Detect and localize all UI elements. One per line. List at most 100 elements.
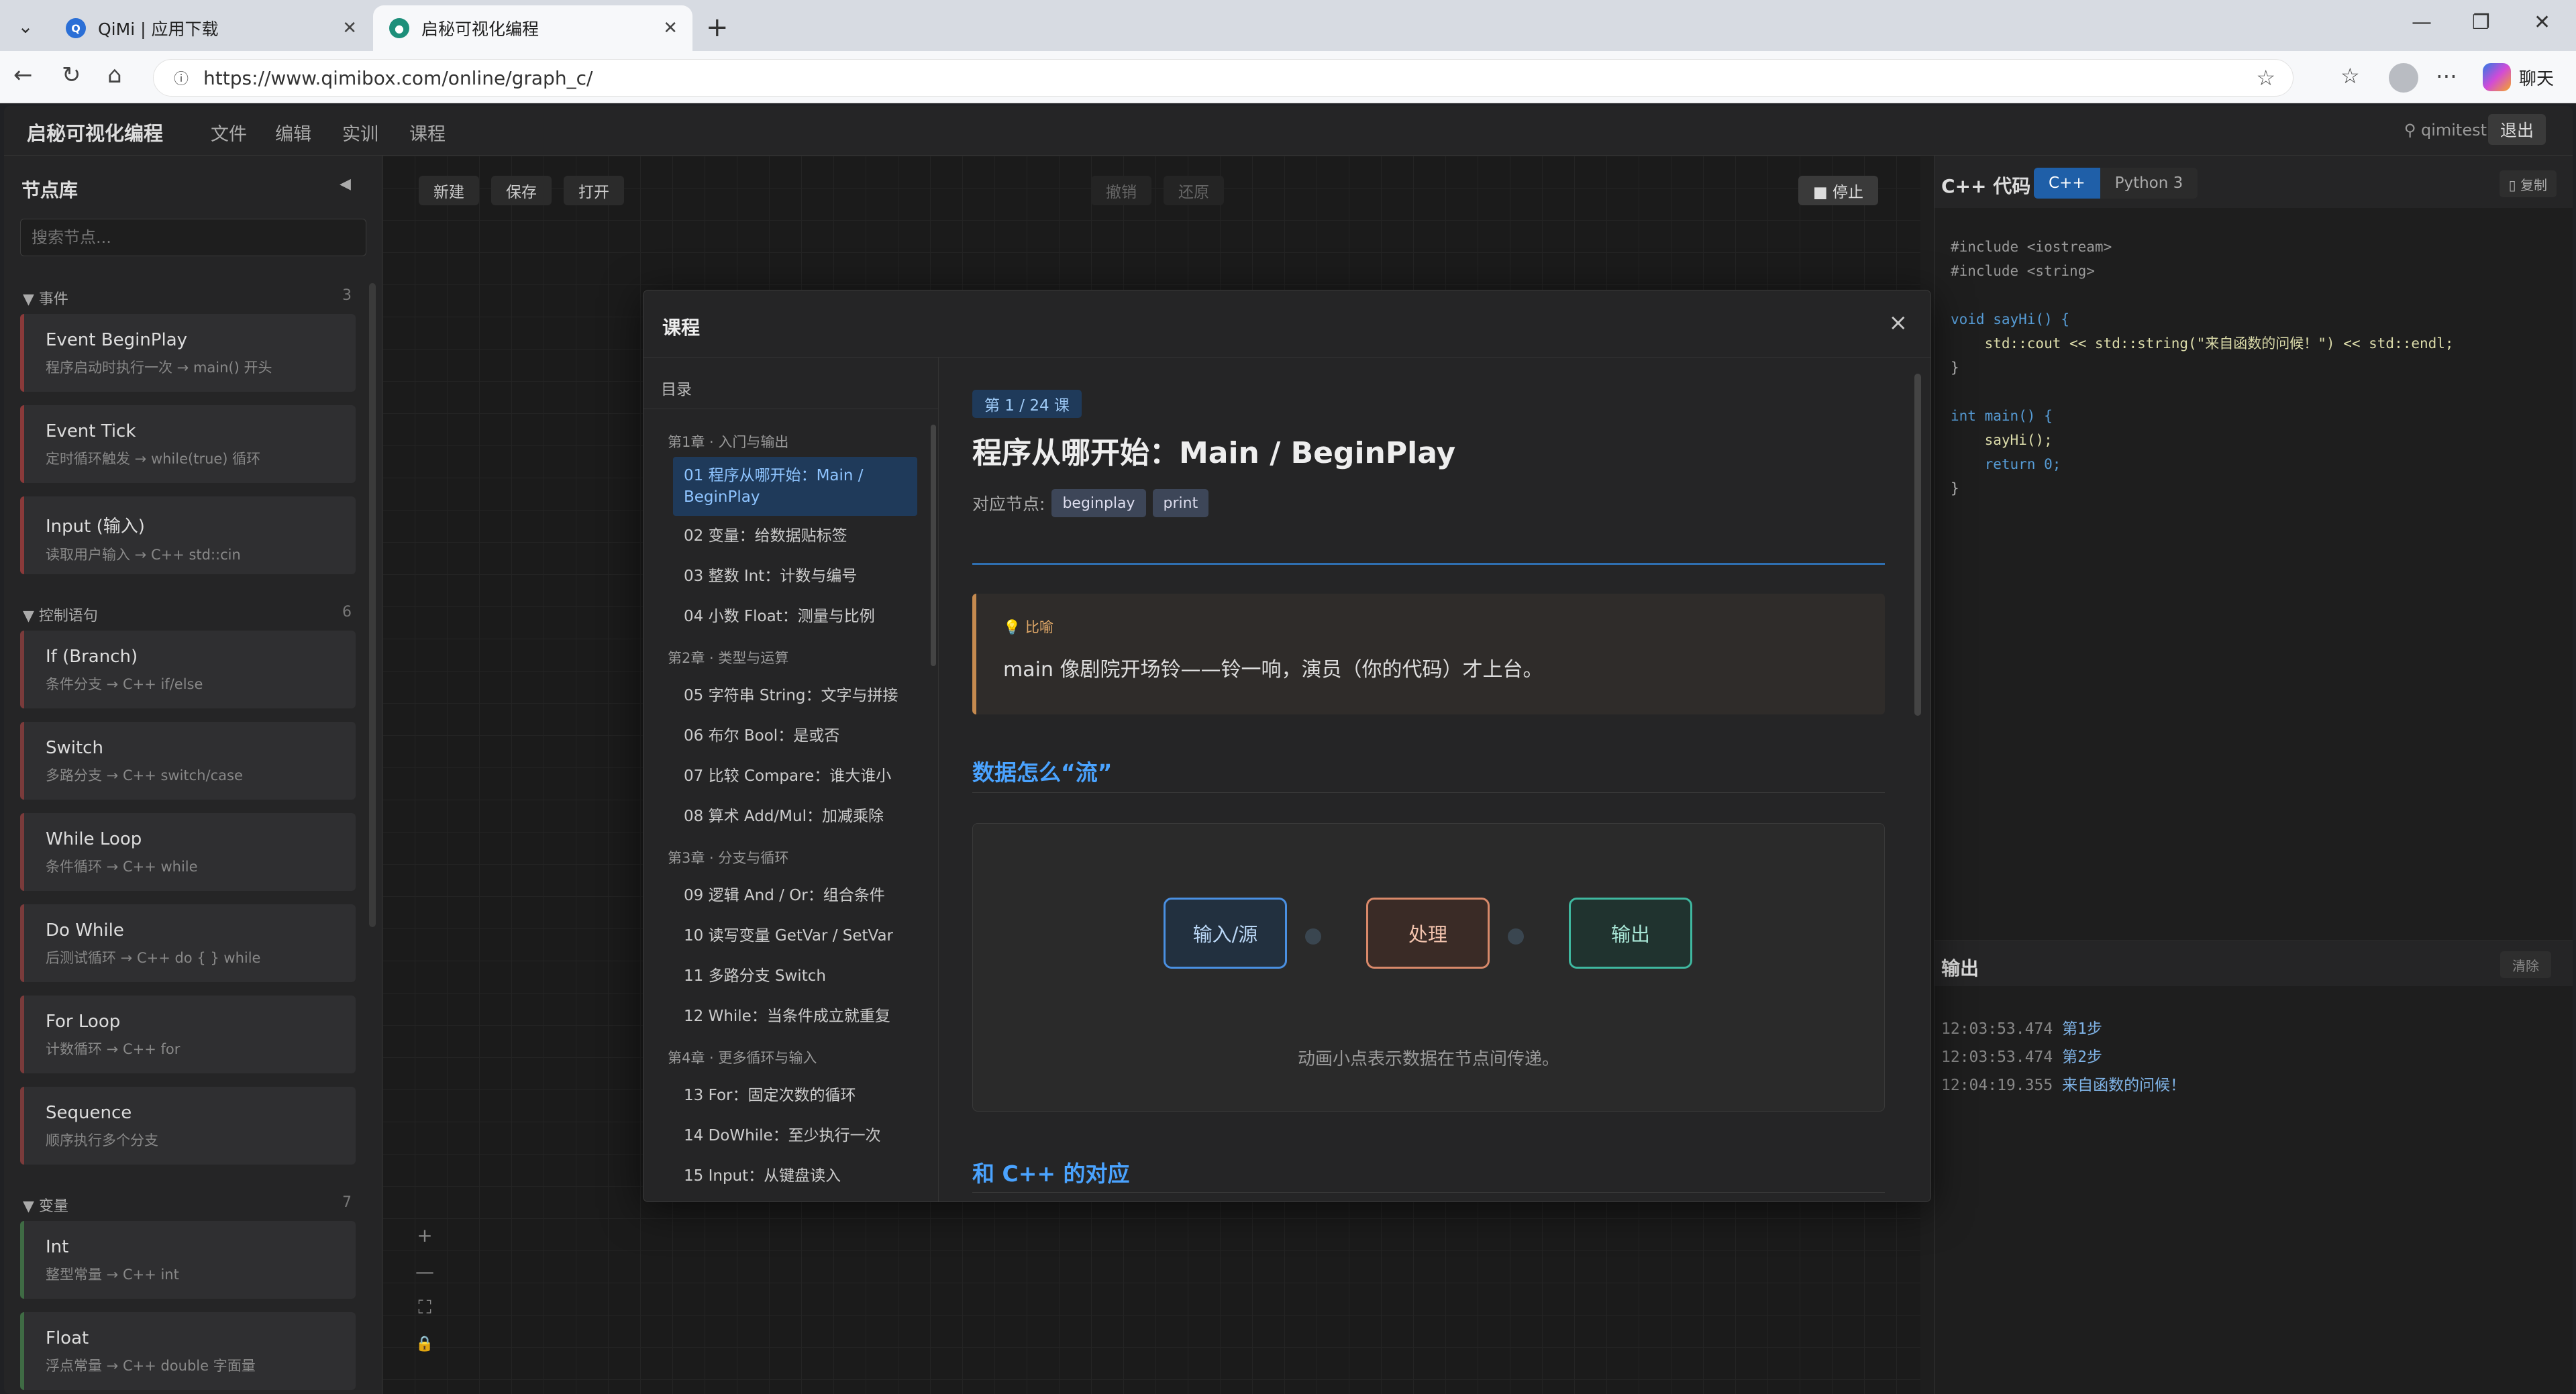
node-while-loop[interactable]: While Loop 条件循环 → C++ while bbox=[20, 813, 356, 891]
node-if-branch[interactable]: If (Branch) 条件分支 → C++ if/else bbox=[20, 631, 356, 708]
lesson-item-13[interactable]: 13 For：固定次数的循环 bbox=[673, 1081, 917, 1110]
flow-dot bbox=[1305, 928, 1321, 945]
open-button[interactable]: 打开 bbox=[564, 176, 624, 205]
favorite-star-icon[interactable]: ☆ bbox=[2256, 65, 2275, 91]
lock-icon[interactable]: 🔒 bbox=[408, 1327, 442, 1360]
copy-code-button[interactable]: ▯ 复制 bbox=[2499, 170, 2557, 197]
node-int[interactable]: Int 整型常量 → C++ int bbox=[20, 1221, 356, 1299]
node-sequence[interactable]: Sequence 顺序执行多个分支 bbox=[20, 1087, 356, 1165]
copilot-chat-button[interactable]: 聊天 bbox=[2483, 63, 2554, 91]
lesson-item-09[interactable]: 09 逻辑 And / Or：组合条件 bbox=[673, 881, 917, 910]
new-button[interactable]: 新建 bbox=[419, 176, 479, 205]
tab-cpp[interactable]: C++ bbox=[2034, 168, 2100, 199]
collapse-sidebar-icon[interactable]: ◀ bbox=[340, 176, 351, 193]
new-tab-icon[interactable]: + bbox=[706, 12, 729, 43]
lesson-item-15[interactable]: 15 Input：从键盘读入 bbox=[673, 1161, 917, 1191]
node-for-loop[interactable]: For Loop 计数循环 → C++ for bbox=[20, 996, 356, 1073]
modal-close-icon[interactable]: × bbox=[1889, 309, 1908, 336]
code-line: } bbox=[1951, 480, 1959, 496]
back-icon[interactable]: ← bbox=[13, 62, 33, 89]
clear-output-button[interactable]: 清除 bbox=[2500, 951, 2551, 978]
code-line: return 0; bbox=[1951, 456, 2061, 472]
lesson-item-04[interactable]: 04 小数 Float：测量与比例 bbox=[673, 602, 917, 631]
profile-avatar[interactable] bbox=[2389, 63, 2418, 93]
node-title: Input (输入) bbox=[46, 517, 145, 537]
node-event-tick[interactable]: Event Tick 定时循环触发 → while(true) 循环 bbox=[20, 405, 356, 483]
browser-tab-visual-programming[interactable]: ● 启秘可视化编程 ✕ bbox=[373, 5, 692, 51]
lesson-item-12[interactable]: 12 While：当条件成立就重复 bbox=[673, 1002, 917, 1031]
node-desc: 后测试循环 → C++ do { } while bbox=[46, 950, 261, 966]
toc-scrollbar[interactable] bbox=[931, 425, 936, 666]
favorites-icon[interactable]: ☆ bbox=[2340, 63, 2360, 89]
node-event-beginplay[interactable]: Event BeginPlay 程序启动时执行一次 → main() 开头 bbox=[20, 314, 356, 392]
node-desc: 条件循环 → C++ while bbox=[46, 859, 198, 875]
table-of-contents: 目录 第1章 · 入门与输出 01 程序从哪开始：Main / BeginPla… bbox=[643, 358, 939, 1201]
lesson-item-05[interactable]: 05 字符串 String：文字与拼接 bbox=[673, 681, 917, 710]
reload-icon[interactable]: ↻ bbox=[62, 62, 81, 89]
group-control-header[interactable]: ▼ 控制语句 6 bbox=[23, 604, 352, 625]
menu-course[interactable]: 课程 bbox=[409, 119, 446, 146]
content-scrollbar[interactable] bbox=[1914, 374, 1921, 716]
more-menu-icon[interactable]: ⋯ bbox=[2436, 63, 2457, 89]
node-desc: 程序启动时执行一次 → main() 开头 bbox=[46, 360, 272, 376]
menu-file[interactable]: 文件 bbox=[211, 119, 247, 146]
node-tag-print[interactable]: print bbox=[1152, 489, 1209, 517]
flow-box-process: 处理 bbox=[1366, 898, 1490, 969]
restore-icon[interactable]: ❐ bbox=[2472, 11, 2490, 34]
code-line: std::cout << std::string("来自函数的问候！") << … bbox=[1951, 335, 2454, 352]
node-title: Switch bbox=[46, 738, 103, 758]
lesson-item-01[interactable]: 01 程序从哪开始：Main / BeginPlay bbox=[673, 457, 917, 516]
address-bar[interactable]: ⓘ https://www.qimibox.com/online/graph_c… bbox=[153, 59, 2294, 97]
browser-tab-qimi-download[interactable]: Q QiMi | 应用下载 ✕ bbox=[50, 5, 372, 51]
tab-python3[interactable]: Python 3 bbox=[2100, 168, 2198, 199]
copilot-logo-icon bbox=[2483, 63, 2511, 91]
sidebar-scrollbar[interactable] bbox=[369, 283, 376, 927]
tab-list-menu-icon[interactable]: ⌄ bbox=[7, 9, 44, 43]
redo-button[interactable]: 还原 bbox=[1164, 176, 1224, 205]
node-input[interactable]: Input (输入) 读取用户输入 → C++ std::cin bbox=[20, 496, 356, 574]
fit-view-icon[interactable]: ⛶ bbox=[408, 1291, 442, 1324]
lesson-item-11[interactable]: 11 多路分支 Switch bbox=[673, 961, 917, 991]
node-do-while[interactable]: Do While 后测试循环 → C++ do { } while bbox=[20, 904, 356, 982]
node-float[interactable]: Float 浮点常量 → C++ double 字面量 bbox=[20, 1312, 356, 1390]
username: qimitest bbox=[2420, 121, 2487, 140]
flow-box-input: 输入/源 bbox=[1164, 898, 1287, 969]
stop-button[interactable]: ■ 停止 bbox=[1798, 176, 1879, 205]
home-icon[interactable]: ⌂ bbox=[107, 62, 122, 89]
undo-button[interactable]: 撤销 bbox=[1091, 176, 1151, 205]
minimize-icon[interactable]: — bbox=[2412, 11, 2432, 34]
lesson-item-06[interactable]: 06 布尔 Bool：是或否 bbox=[673, 721, 917, 751]
node-desc: 整型常量 → C++ int bbox=[46, 1267, 179, 1283]
node-search-input[interactable] bbox=[20, 219, 366, 256]
node-switch[interactable]: Switch 多路分支 → C++ switch/case bbox=[20, 722, 356, 800]
close-tab-icon[interactable]: ✕ bbox=[663, 18, 678, 38]
node-tag-beginplay[interactable]: beginplay bbox=[1051, 489, 1146, 517]
node-desc: 读取用户输入 → C++ std::cin bbox=[46, 547, 241, 563]
zoom-out-icon[interactable]: — bbox=[408, 1254, 442, 1288]
language-tabs: C++ Python 3 bbox=[2034, 168, 2198, 199]
tab-title: QiMi | 应用下载 bbox=[98, 19, 219, 39]
group-count: 3 bbox=[342, 287, 352, 304]
lesson-item-07[interactable]: 07 比较 Compare：谁大谁小 bbox=[673, 761, 917, 791]
group-variables-header[interactable]: ▼ 变量 7 bbox=[23, 1194, 352, 1216]
lesson-item-10[interactable]: 10 读写变量 GetVar / SetVar bbox=[673, 921, 917, 951]
zoom-in-icon[interactable]: + bbox=[408, 1218, 442, 1252]
app-header: 启秘可视化编程 文件 编辑 实训 课程 ⚲ qimitest 退出 bbox=[4, 106, 2573, 156]
window-close-icon[interactable]: ✕ bbox=[2534, 11, 2551, 34]
lesson-item-03[interactable]: 03 整数 Int：计数与编号 bbox=[673, 561, 917, 591]
lesson-item-14[interactable]: 14 DoWhile：至少执行一次 bbox=[673, 1121, 917, 1150]
menu-edit[interactable]: 编辑 bbox=[275, 119, 311, 146]
lesson-item-08[interactable]: 08 算术 Add/Mul：加减乘除 bbox=[673, 802, 917, 831]
node-title: Int bbox=[46, 1237, 69, 1257]
logout-button[interactable]: 退出 bbox=[2487, 114, 2546, 145]
site-info-icon[interactable]: ⓘ bbox=[174, 67, 189, 89]
divider bbox=[972, 563, 1885, 565]
close-tab-icon[interactable]: ✕ bbox=[342, 18, 357, 38]
node-title: Event BeginPlay bbox=[46, 330, 188, 350]
node-desc: 浮点常量 → C++ double 字面量 bbox=[46, 1358, 256, 1374]
lesson-item-02[interactable]: 02 变量：给数据贴标签 bbox=[673, 521, 917, 551]
save-button[interactable]: 保存 bbox=[491, 176, 552, 205]
group-events-header[interactable]: ▼ 事件 3 bbox=[23, 287, 352, 309]
menu-training[interactable]: 实训 bbox=[342, 119, 378, 146]
node-desc: 多路分支 → C++ switch/case bbox=[46, 767, 243, 784]
